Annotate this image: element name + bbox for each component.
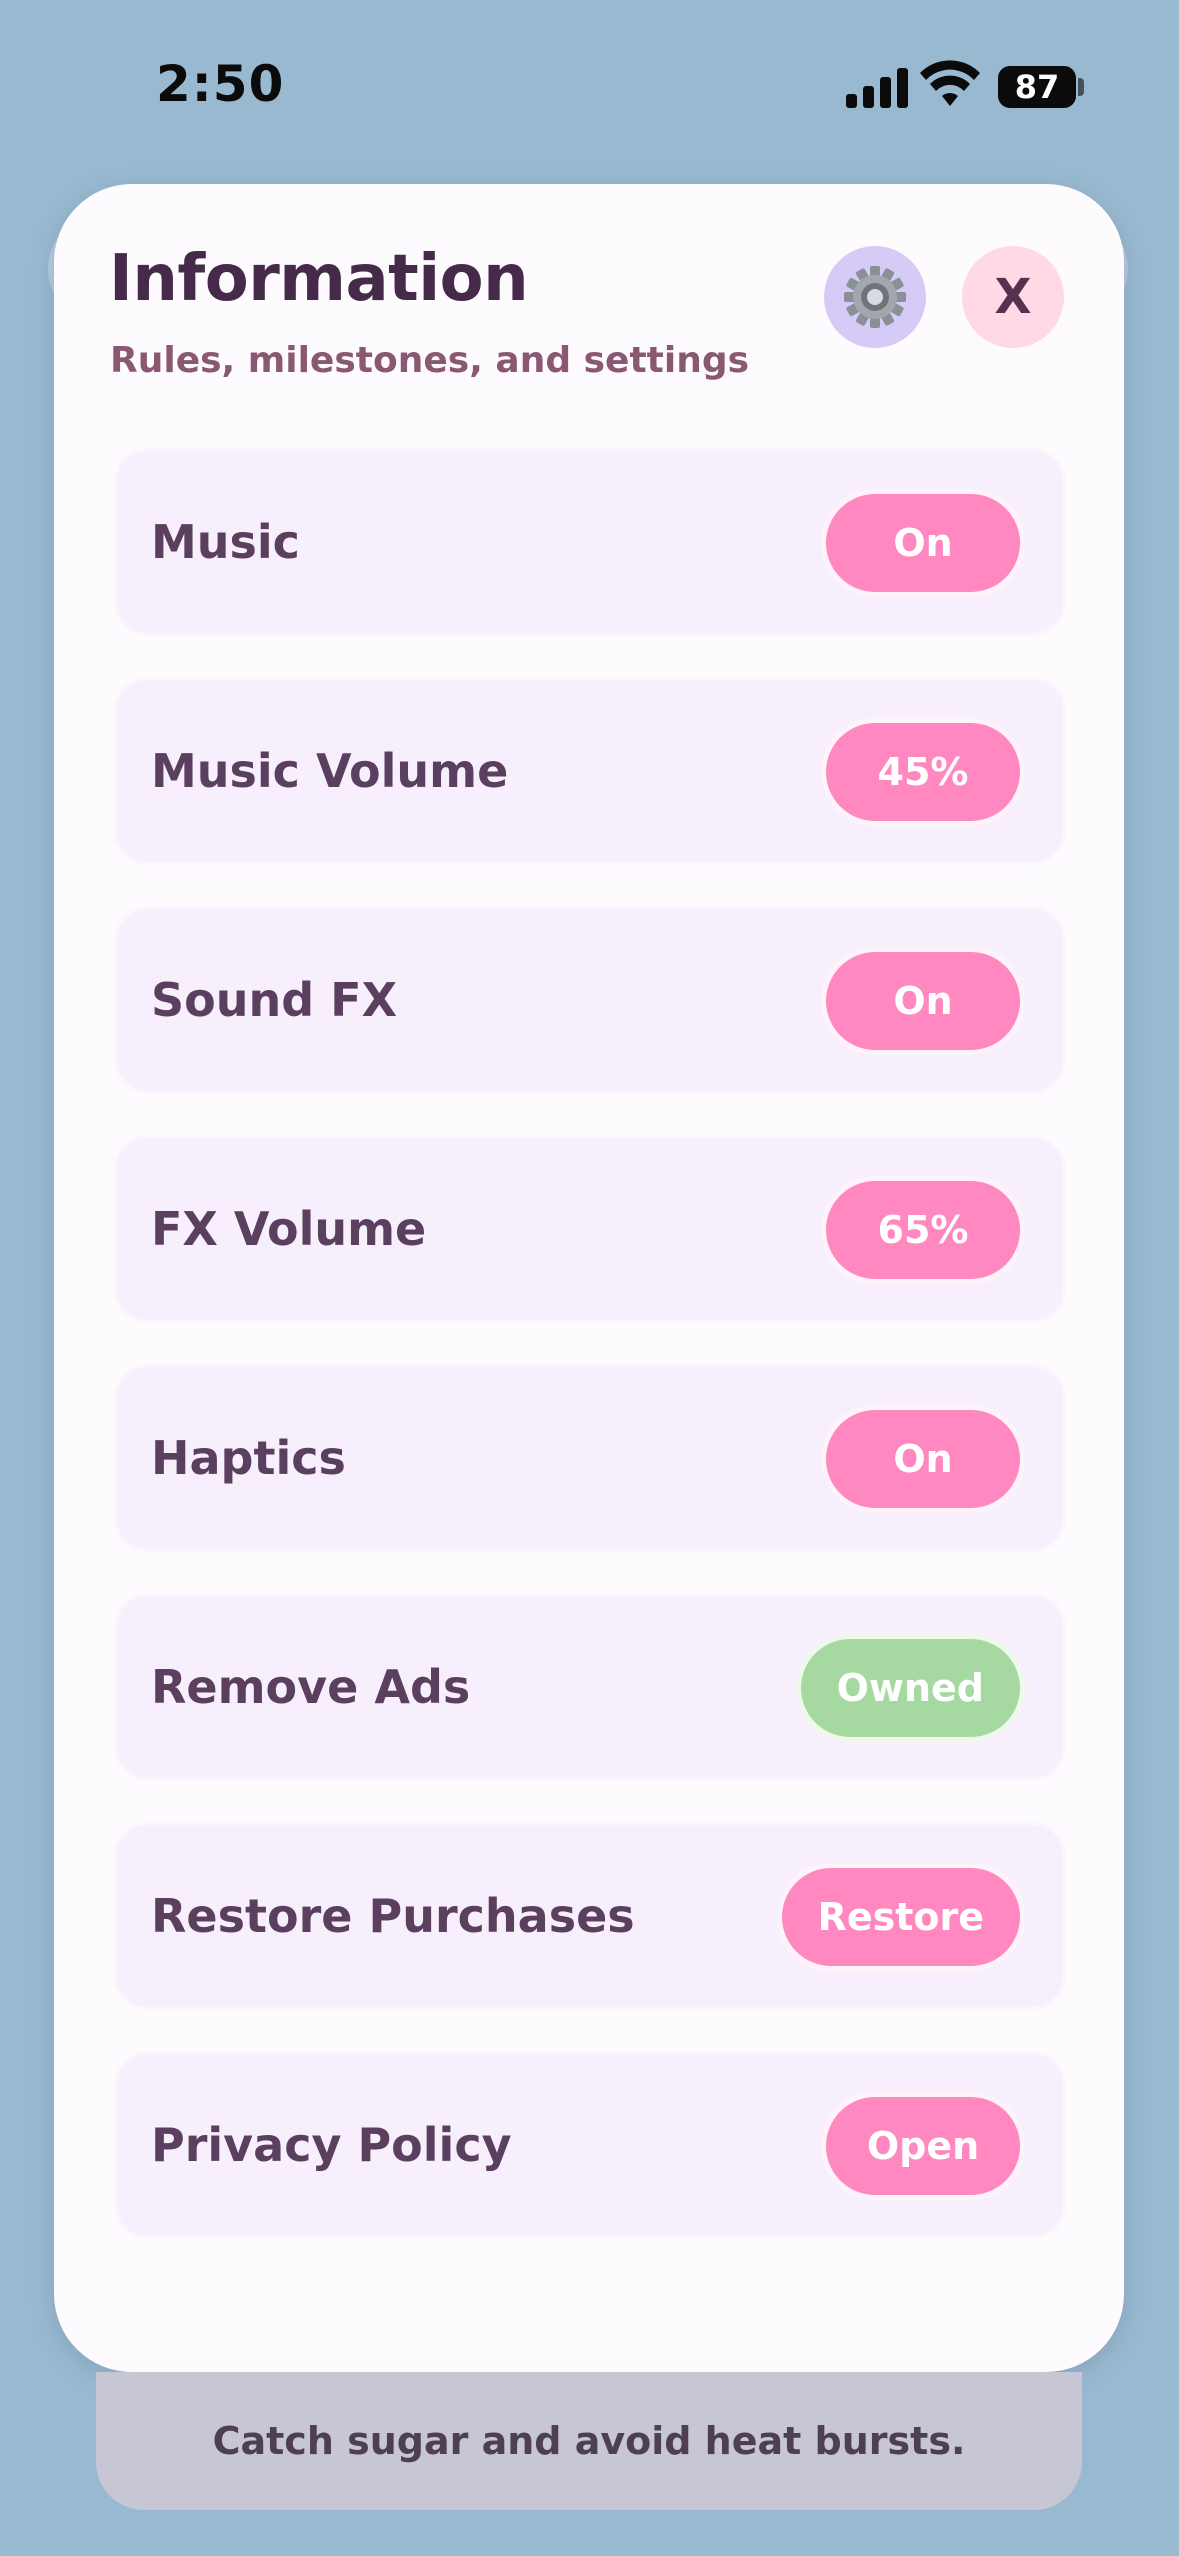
modal-subtitle: Rules, milestones, and settings: [110, 340, 750, 381]
setting-row-remove-ads: Remove Ads Owned: [114, 1593, 1066, 1781]
setting-label: Restore Purchases: [151, 1889, 635, 1943]
close-button[interactable]: X: [962, 246, 1064, 348]
battery-nub: [1078, 78, 1084, 96]
setting-label: Music Volume: [151, 744, 509, 798]
setting-row-haptics: Haptics On: [114, 1364, 1066, 1552]
modal-title: Information: [109, 242, 529, 316]
setting-row-restore-purchases: Restore Purchases Restore: [114, 1822, 1066, 2010]
gear-icon: [844, 266, 906, 328]
setting-row-privacy-policy: Privacy Policy Open: [114, 2051, 1066, 2239]
setting-row-fx-volume: FX Volume 65%: [114, 1135, 1066, 1323]
remove-ads-button[interactable]: Owned: [795, 1634, 1025, 1742]
hint-toast: Catch sugar and avoid heat bursts.: [96, 2372, 1082, 2510]
sound-fx-toggle-button[interactable]: On: [821, 947, 1025, 1055]
setting-row-music-volume: Music Volume 45%: [114, 677, 1066, 865]
wifi-icon: [920, 60, 980, 106]
setting-label: Privacy Policy: [151, 2118, 512, 2172]
setting-label: Sound FX: [151, 973, 398, 1027]
setting-label: Haptics: [151, 1431, 346, 1485]
setting-label: Remove Ads: [151, 1660, 471, 1714]
setting-label: Music: [151, 515, 300, 569]
status-bar: 2:50 87: [0, 0, 1179, 170]
music-volume-button[interactable]: 45%: [821, 718, 1025, 826]
battery-icon: 87: [998, 66, 1076, 108]
setting-row-sound-fx: Sound FX On: [114, 906, 1066, 1094]
information-modal: Information Rules, milestones, and setti…: [54, 184, 1124, 2372]
restore-purchases-button[interactable]: Restore: [776, 1863, 1025, 1971]
status-time: 2:50: [156, 55, 285, 113]
music-toggle-button[interactable]: On: [821, 489, 1025, 597]
fx-volume-button[interactable]: 65%: [821, 1176, 1025, 1284]
haptics-toggle-button[interactable]: On: [821, 1405, 1025, 1513]
setting-label: FX Volume: [151, 1202, 427, 1256]
privacy-policy-button[interactable]: Open: [821, 2092, 1025, 2200]
settings-gear-button[interactable]: [824, 246, 926, 348]
cellular-signal-icon: [846, 66, 908, 108]
setting-row-music: Music On: [114, 448, 1066, 636]
